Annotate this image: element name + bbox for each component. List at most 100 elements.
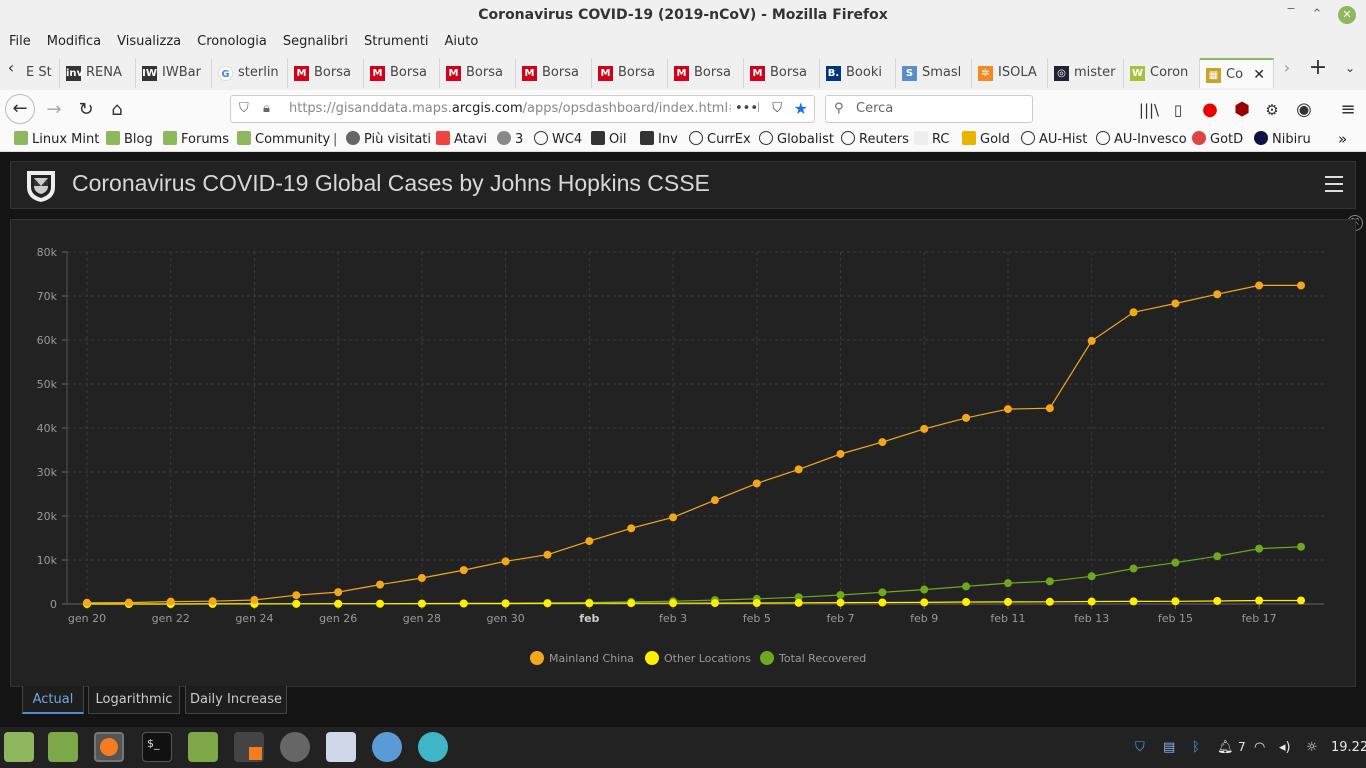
bookmark-item[interactable]: WC4 [534,128,582,151]
tab[interactable]: W Coron [1124,58,1200,88]
menu-history[interactable]: Cronologia [188,30,274,54]
tab[interactable]: E St [22,58,60,88]
tab[interactable]: M Borsa [288,58,364,88]
bookmark-item[interactable]: Globalist [759,128,834,151]
tab[interactable]: Gsterlin [212,58,288,88]
bookmark-item[interactable]: Community [237,128,330,151]
opera-icon[interactable]: ● [1196,96,1224,124]
clipboard-icon[interactable]: ▤ [1163,727,1175,768]
home-icon[interactable]: ⌂ [103,96,131,124]
other-locations-point [292,599,301,608]
chromium-icon[interactable] [372,732,402,762]
disk-icon[interactable] [280,732,310,762]
wifi-icon[interactable]: ◠ [1254,727,1265,768]
restore-icon[interactable]: ⌃ [1304,0,1330,30]
forward-icon[interactable]: → [40,96,68,124]
mainland-china-point [292,591,301,600]
bookmark-item[interactable]: Reuters [841,128,909,151]
reload-icon[interactable]: ↻ [72,96,100,124]
bookmark-item[interactable]: 3 [497,128,523,151]
notifications-icon[interactable]: 🔔︎ [1217,727,1234,768]
text-editor-icon[interactable] [326,732,356,762]
dashboard-menu-icon[interactable] [1325,176,1343,197]
tab[interactable]: M Borsa [592,58,668,88]
tab-daily-increase[interactable]: Daily Increase [185,686,287,714]
calculator-icon[interactable] [234,732,264,762]
volume-icon[interactable]: ◂) [1279,727,1291,768]
sidebar-icon[interactable]: ▯ [1164,96,1192,124]
tabs-scroll-left-icon[interactable]: ‹ [0,54,22,82]
y-tick-label: 10k [37,554,58,567]
bookmark-item[interactable]: AU-Invesco [1096,128,1187,151]
bookmark-item[interactable]: Linux Mint [14,128,99,151]
close-icon[interactable]: ✕ [1338,6,1356,24]
bookmark-item[interactable]: Nibiru [1254,128,1311,151]
menu-bookmarks[interactable]: Segnalibri [274,30,355,54]
bookmark-item[interactable]: RC [914,128,949,151]
mint-menu-icon[interactable] [4,732,34,762]
tab[interactable]: M Borsa [440,58,516,88]
bookmark-item[interactable]: Gold [962,128,1010,151]
new-tab-icon[interactable]: + [1304,54,1332,82]
bookmarks-overflow-icon[interactable]: » [1338,128,1347,151]
lock-icon[interactable]: 🔒︎ [263,96,270,122]
shield-icon[interactable]: ⛉ [239,96,249,122]
url-bar[interactable]: ⛉ 🔒︎ https://gisanddata.maps.arcgis.com/… [230,95,815,123]
tab-close-icon[interactable]: ✕ [1253,60,1265,88]
library-icon[interactable]: |||\ [1135,96,1163,124]
back-icon[interactable]: ← [5,94,35,124]
tab-actual[interactable]: Actual [22,686,84,714]
account-icon[interactable]: ◉ [1290,96,1318,124]
menu-edit[interactable]: Modifica [38,30,108,54]
ublock-icon[interactable]: ⬢ [1228,96,1256,124]
tab-logarithmic[interactable]: Logarithmic [88,686,180,714]
menu-view[interactable]: Visualizza [108,30,188,54]
tab[interactable]: inv RENA [60,58,136,88]
tab[interactable]: ◎ mister [1048,58,1124,88]
tab-list-icon[interactable]: ⌄ [1336,54,1364,82]
tabs-scroll-right-icon[interactable]: › [1276,54,1298,82]
tab[interactable]: IW IWBar [136,58,212,88]
bluetooth-icon[interactable]: ᛒ [1192,727,1200,768]
tab[interactable]: S Smasl [896,58,972,88]
bookmark-item[interactable]: Blog [106,128,153,151]
bookmark-item[interactable]: GotD [1192,128,1243,151]
brightness-icon[interactable]: ☼ [1306,727,1318,768]
extension-icon[interactable]: ⚙ [1258,96,1286,124]
tab[interactable]: M Borsa [364,58,440,88]
borsa-icon: M [522,66,537,81]
search-input[interactable]: ⚲ Cerca [825,95,1033,123]
minimize-icon[interactable]: ‾ [1278,0,1304,30]
bookmark-star-icon[interactable]: ★ [794,96,808,122]
firefox-icon[interactable] [94,732,124,762]
mail-icon[interactable] [418,732,448,762]
bookmark-item[interactable]: Forums [163,128,229,151]
bookmark-item[interactable]: Inv [640,128,678,151]
pocket-icon[interactable]: ⛉ [772,96,782,122]
other-locations-point [1087,597,1096,606]
bookmark-item[interactable]: CurrEx [689,128,751,151]
mainland-china-point [459,566,468,575]
tab[interactable]: ✲ ISOLA [972,58,1048,88]
menu-file[interactable]: File [0,30,38,54]
bookmark-item[interactable]: Più visitati [346,128,431,151]
total-recovered-legend-label: Total Recovered [778,652,866,665]
update-shield-icon[interactable]: ⛉ [1135,727,1145,768]
terminal-icon[interactable]: $_ [142,732,172,762]
other-locations-point [459,599,468,608]
show-desktop-icon[interactable] [48,732,78,762]
tab[interactable]: B. Booki [820,58,896,88]
bookmark-item[interactable]: Oil [591,128,626,151]
tab-active[interactable]: ▦ Co ✕ [1200,58,1274,88]
menu-icon[interactable]: ≡ [1334,96,1362,124]
tab[interactable]: M Borsa [668,58,744,88]
menu-help[interactable]: Aiuto [436,30,486,54]
page-actions-icon[interactable]: ••• [730,96,758,122]
bookmark-item[interactable]: AU-Hist [1021,128,1087,151]
files-icon[interactable] [188,732,218,762]
tab[interactable]: M Borsa [744,58,820,88]
menu-tools[interactable]: Strumenti [355,30,436,54]
tab[interactable]: M Borsa [516,58,592,88]
bookmark-item[interactable]: Atavi [436,128,487,151]
other-locations-point [669,599,678,608]
